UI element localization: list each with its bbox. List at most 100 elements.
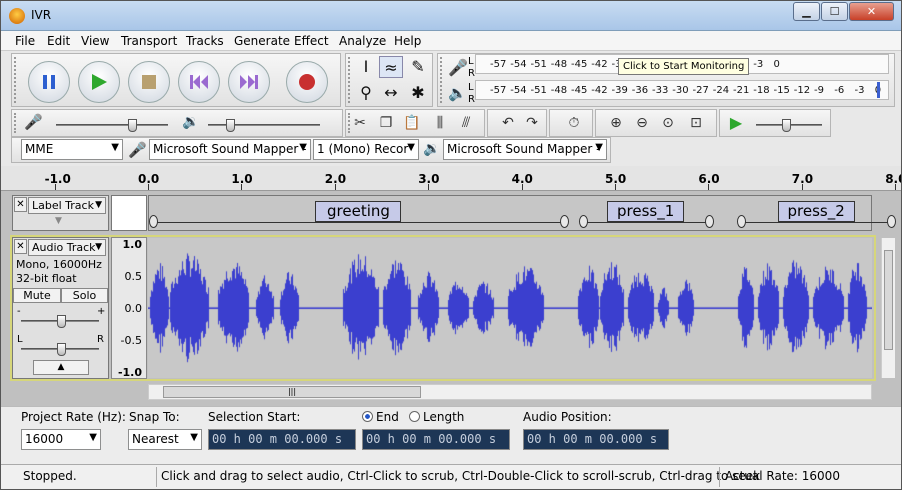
timeshift-tool-icon[interactable]: ↔ — [379, 82, 403, 104]
zoom-out-icon[interactable]: ⊖ — [630, 112, 654, 134]
label-text[interactable]: greeting — [315, 201, 402, 222]
horizontal-scroll-thumb[interactable]: ||| — [163, 386, 421, 398]
stop-button[interactable] — [128, 61, 170, 103]
zoom-tool-icon[interactable]: ⚲ — [354, 82, 378, 104]
label-track-control: ✕ Label Track ▼ ▼ — [12, 195, 109, 231]
draw-tool-icon[interactable]: ✎ — [406, 56, 430, 78]
trim-icon[interactable]: ⫼ — [428, 112, 452, 134]
selection-end-field[interactable]: 00 h 00 m 00.000 s — [362, 429, 510, 450]
chevron-down-icon: ▼ — [190, 432, 198, 443]
gain-thumb[interactable] — [57, 315, 66, 328]
menu-effect[interactable]: Effect — [294, 34, 329, 48]
label-track-menu[interactable]: Label Track ▼ — [28, 197, 106, 214]
menu-transport[interactable]: Transport — [121, 34, 177, 48]
selection-start-field[interactable]: 00 h 00 m 00.000 s — [208, 429, 356, 450]
end-radio[interactable]: End — [362, 410, 399, 424]
play-speed-thumb[interactable] — [782, 119, 791, 132]
minimize-button[interactable]: ▁ — [793, 2, 820, 21]
menu-analyze[interactable]: Analyze — [339, 34, 386, 48]
pan-slider[interactable] — [21, 343, 99, 356]
mute-button[interactable]: Mute — [13, 288, 61, 303]
host-select[interactable]: MME ▼ — [21, 139, 123, 160]
zoom-in-icon[interactable]: ⊕ — [604, 112, 628, 134]
edit-toolbar: ✂ ❐ 📋 ⫼ ⫻ — [345, 109, 485, 137]
length-radio[interactable]: Length — [409, 410, 464, 424]
menu-tracks[interactable]: Tracks — [186, 34, 224, 48]
stop-icon — [142, 75, 156, 89]
output-volume-slider[interactable] — [208, 119, 320, 132]
timeline-ruler[interactable]: -1.00.01.02.03.04.05.06.07.08.0 — [1, 166, 901, 191]
menu-generate[interactable]: Generate — [234, 34, 290, 48]
collapse-track-button[interactable]: ▲ — [33, 360, 89, 375]
maximize-button[interactable]: ☐ — [821, 2, 848, 21]
paste-icon[interactable]: 📋 — [400, 112, 424, 134]
label-boundary-handle[interactable] — [704, 215, 714, 228]
vertical-scroll-thumb[interactable] — [884, 250, 893, 350]
input-device-select[interactable]: Microsoft Sound Mapper - ▼ — [149, 139, 311, 160]
monitoring-tooltip: Click to Start Monitoring — [618, 58, 750, 75]
menu-edit[interactable]: Edit — [47, 34, 70, 48]
label-track-area[interactable]: greeting press_1 press_2 — [148, 195, 896, 231]
label-text[interactable]: press_2 — [777, 201, 855, 222]
length-radio-label: Length — [423, 410, 465, 424]
label-boundary-handle[interactable] — [886, 215, 896, 228]
input-volume-thumb[interactable] — [128, 119, 137, 132]
collapse-arrow-icon[interactable]: ▼ — [55, 216, 62, 226]
meter-tick-label: -54 — [510, 85, 527, 96]
gain-slider[interactable] — [21, 315, 99, 328]
label-boundary-handle[interactable] — [559, 215, 569, 228]
selection-tool-icon[interactable]: I — [354, 56, 378, 78]
audio-track-menu[interactable]: Audio Track ▼ — [28, 239, 106, 256]
fit-selection-icon[interactable]: ⊙ — [656, 112, 680, 134]
meter-tick-label: -51 — [530, 85, 547, 96]
project-rate-label: Project Rate (Hz): — [21, 410, 126, 424]
amplitude-tick-label: 0.5 — [124, 270, 143, 283]
play-at-speed-icon[interactable]: ▶ — [724, 112, 748, 134]
multi-tool-icon[interactable]: ✱ — [406, 82, 430, 104]
close-button[interactable]: ✕ — [849, 2, 894, 21]
solo-button[interactable]: Solo — [61, 288, 108, 303]
pause-button[interactable] — [28, 61, 70, 103]
fit-project-icon[interactable]: ⊡ — [684, 112, 708, 134]
vertical-scrollbar[interactable] — [881, 238, 895, 378]
waveform-view[interactable] — [148, 238, 872, 378]
cut-icon[interactable]: ✂ — [348, 112, 372, 134]
pan-thumb[interactable] — [57, 343, 66, 356]
record-meter-mic-icon[interactable]: 🎤 — [448, 58, 468, 77]
menu-file[interactable]: File — [15, 34, 35, 48]
redo-icon[interactable]: ↷ — [520, 112, 544, 134]
audio-position-field[interactable]: 00 h 00 m 00.000 s — [523, 429, 669, 450]
menu-view[interactable]: View — [81, 34, 109, 48]
close-icon[interactable]: ✕ — [14, 239, 27, 254]
meter-tick-label: -57 — [490, 85, 507, 96]
label-boundary-handle[interactable] — [149, 215, 158, 228]
output-volume-thumb[interactable] — [226, 119, 235, 132]
play-speed-slider[interactable] — [756, 119, 822, 132]
close-icon[interactable]: ✕ — [14, 197, 27, 212]
channels-select[interactable]: 1 (Mono) Recor ▼ — [313, 139, 419, 160]
play-meter-speaker-icon[interactable]: 🔈 — [448, 84, 467, 102]
label-text[interactable]: press_1 — [607, 201, 685, 222]
skip-end-button[interactable] — [228, 61, 270, 103]
sync-lock-icon[interactable]: ⏱ — [562, 112, 586, 134]
channels-value: 1 (Mono) Recor — [317, 142, 409, 156]
envelope-tool-icon[interactable]: ≈ — [379, 56, 403, 78]
snap-to-select[interactable]: Nearest ▼ — [128, 429, 202, 450]
menu-help[interactable]: Help — [394, 34, 421, 48]
input-volume-slider[interactable] — [56, 119, 168, 132]
project-rate-select[interactable]: 16000 ▼ — [21, 429, 101, 450]
playback-meter[interactable]: -57 -54 -51 -48 -45 -42 -39 -36 -33 -30 -27 -24 -21-… — [475, 80, 889, 100]
silence-icon[interactable]: ⫻ — [454, 112, 478, 134]
output-device-select[interactable]: Microsoft Sound Mapper - ▼ — [443, 139, 607, 160]
record-button[interactable] — [286, 61, 328, 103]
label-boundary-handle[interactable] — [578, 215, 588, 228]
skip-start-button[interactable] — [178, 61, 220, 103]
horizontal-scrollbar[interactable]: ||| — [148, 384, 872, 400]
ruler-tick — [895, 184, 897, 190]
label-boundary-handle[interactable] — [737, 215, 747, 228]
undo-icon[interactable]: ↶ — [496, 112, 520, 134]
chevron-down-icon: ▼ — [299, 142, 307, 153]
chevron-down-icon: ▼ — [111, 142, 119, 153]
copy-icon[interactable]: ❐ — [374, 112, 398, 134]
play-button[interactable] — [78, 61, 120, 103]
